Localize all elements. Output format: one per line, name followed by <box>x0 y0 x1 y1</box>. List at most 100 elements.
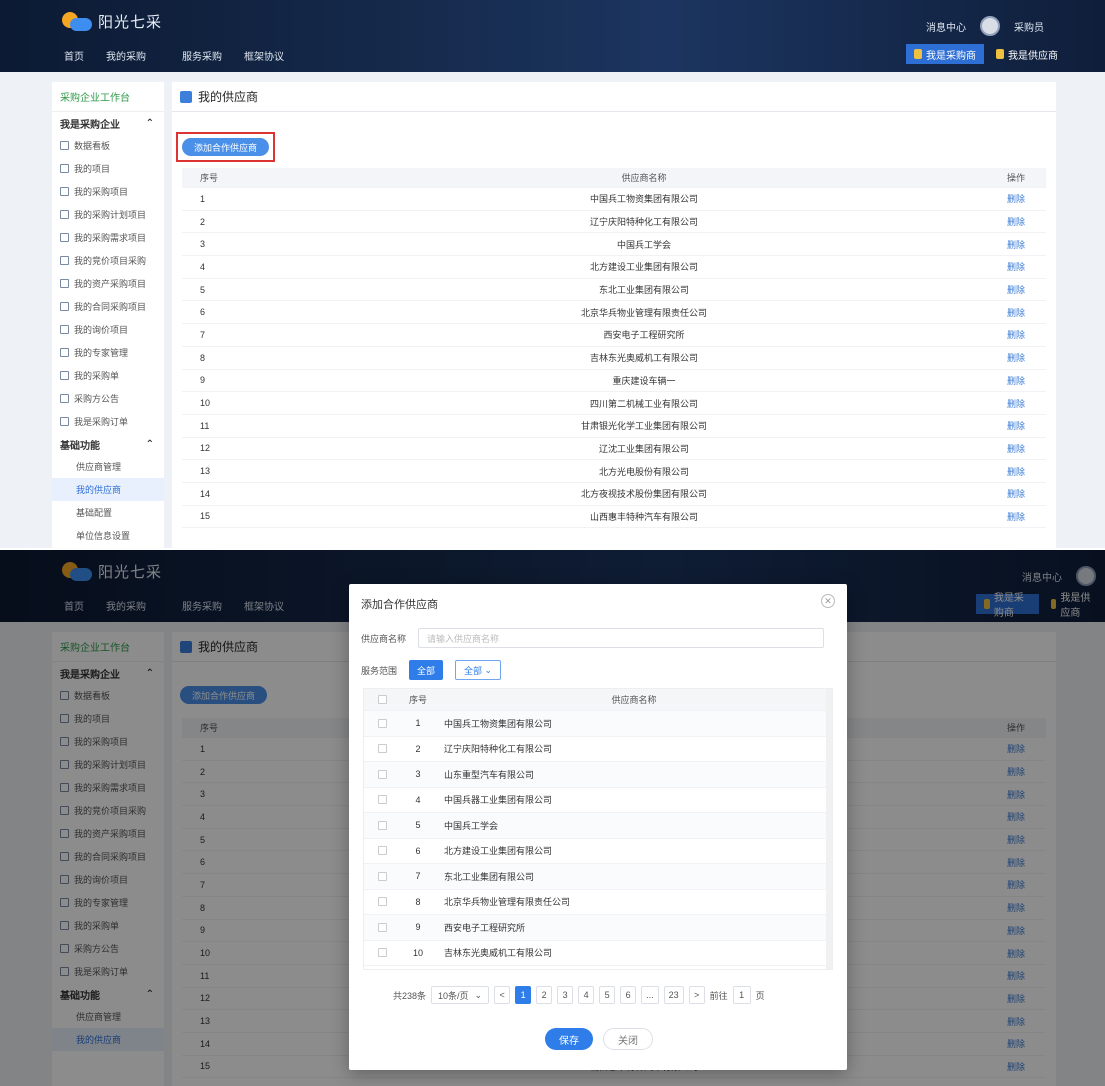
page-button[interactable]: 4 <box>578 986 595 1004</box>
delete-link[interactable]: 删除 <box>986 283 1046 296</box>
table-row[interactable]: 9 西安电子工程研究所 <box>364 915 832 941</box>
page-button[interactable]: 3 <box>557 986 574 1004</box>
table-row[interactable]: 1 中国兵工物资集团有限公司 <box>364 711 832 737</box>
row-checkbox[interactable] <box>364 718 400 728</box>
table-row[interactable]: 2 辽宁庆阳特种化工有限公司 <box>364 737 832 762</box>
row-checkbox[interactable] <box>364 922 400 932</box>
sidebar-group-basic[interactable]: 基础功能 ⌃ <box>52 433 164 455</box>
row-checkbox[interactable] <box>364 846 400 856</box>
table-row[interactable]: 5 中国兵工学会 <box>364 813 832 839</box>
sidebar-item[interactable]: 我的竞价项目采购 <box>52 249 164 272</box>
sidebar-item[interactable]: 我的采购计划项目 <box>52 203 164 226</box>
sidebar-item[interactable]: 我的项目 <box>52 157 164 180</box>
sidebar-sub-item-active[interactable]: 我的供应商 <box>52 478 164 501</box>
table-row[interactable]: 3 山东重型汽车有限公司 <box>364 762 832 788</box>
avatar[interactable] <box>980 16 1000 36</box>
page-button-current[interactable]: 1 <box>515 986 532 1004</box>
save-button[interactable]: 保存 <box>545 1028 593 1050</box>
message-center-link[interactable]: 消息中心 <box>926 19 966 34</box>
row-checkbox[interactable] <box>364 744 400 754</box>
modal-title: 添加合作供应商 <box>361 599 438 611</box>
row-checkbox[interactable] <box>364 871 400 881</box>
page-button[interactable]: 2 <box>536 986 553 1004</box>
nav-home[interactable]: 首页 <box>64 48 84 63</box>
delete-link[interactable]: 删除 <box>986 328 1046 341</box>
row-checkbox[interactable] <box>364 769 400 779</box>
table-header: 序号 供应商名称 操作 <box>182 168 1046 188</box>
nav-framework[interactable]: 框架协议 <box>244 48 284 63</box>
close-icon[interactable]: ✕ <box>821 594 835 608</box>
role-supplier-button[interactable]: 我是供应商 <box>988 44 1066 64</box>
table-row[interactable]: 6 北方建设工业集团有限公司 <box>364 839 832 864</box>
page-button[interactable]: 5 <box>599 986 616 1004</box>
logo-icon <box>58 10 92 32</box>
table-row[interactable]: 4 中国兵器工业集团有限公司 <box>364 788 832 813</box>
page-size-select[interactable]: 10条/页 ⌄ <box>431 986 490 1004</box>
sidebar-item[interactable]: 我是采购订单 <box>52 410 164 433</box>
menu-icon <box>60 187 69 196</box>
sidebar-item[interactable]: 采购方公告 <box>52 387 164 410</box>
cancel-button[interactable]: 关闭 <box>603 1028 653 1050</box>
row-no: 6 <box>415 845 421 856</box>
nav-my-purchase[interactable]: 我的采购 <box>106 48 146 63</box>
checkbox-icon <box>377 718 387 728</box>
prev-page-button[interactable]: < <box>494 986 511 1004</box>
scrollbar[interactable] <box>826 689 832 969</box>
delete-link[interactable]: 删除 <box>986 374 1046 387</box>
table-row[interactable]: 7 东北工业集团有限公司 <box>364 864 832 890</box>
row-no: 8 <box>415 896 421 907</box>
sidebar-item[interactable]: 我的合同采购项目 <box>52 295 164 318</box>
menu-icon <box>60 279 69 288</box>
table-row[interactable]: 8 北京华兵物业管理有限责任公司 <box>364 890 832 915</box>
delete-link[interactable]: 删除 <box>986 351 1046 364</box>
username[interactable]: 采购员 <box>1014 19 1044 34</box>
delete-link[interactable]: 删除 <box>986 238 1046 251</box>
sidebar-sub-item[interactable]: 单位信息设置 <box>52 524 164 547</box>
delete-link[interactable]: 删除 <box>986 215 1046 228</box>
table-row[interactable]: 10 吉林东光奥威机工有限公司 <box>364 941 832 966</box>
sidebar-item[interactable]: 我的资产采购项目 <box>52 272 164 295</box>
supplier-icon <box>180 90 192 103</box>
sidebar-item[interactable]: 数据看板 <box>52 134 164 157</box>
delete-link[interactable]: 删除 <box>986 306 1046 319</box>
select-all-checkbox[interactable] <box>364 695 400 704</box>
logo[interactable]: 阳光七采 <box>58 10 162 32</box>
page-button[interactable]: ... <box>641 986 659 1004</box>
delete-link[interactable]: 删除 <box>986 487 1046 500</box>
page-button[interactable]: 23 <box>663 986 684 1004</box>
nav-service-purchase[interactable]: 服务采购 <box>182 48 222 63</box>
sidebar-sub-item[interactable]: 供应商管理 <box>52 455 164 478</box>
row-supplier-name: 中国兵工学会 <box>616 239 671 250</box>
next-page-button[interactable]: > <box>688 986 705 1004</box>
supplier-name-input[interactable]: 请输入供应商名称 <box>418 628 825 648</box>
row-checkbox[interactable] <box>364 820 400 830</box>
role-buyer-button[interactable]: 我是采购商 <box>906 44 984 64</box>
delete-link[interactable]: 删除 <box>986 397 1046 410</box>
delete-link[interactable]: 删除 <box>986 442 1046 455</box>
highlight-box: 添加合作供应商 <box>176 132 276 162</box>
scope-all-tag[interactable]: 全部 <box>409 660 444 680</box>
sidebar-item[interactable]: 我的采购需求项目 <box>52 226 164 249</box>
sidebar-item[interactable]: 我的采购项目 <box>52 180 164 203</box>
main-content: 我的供应商 添加合作供应商 序号 供应商名称 操作 1中国兵工物资集团有限公司删… <box>172 82 1056 548</box>
delete-link[interactable]: 删除 <box>986 465 1046 478</box>
scope-select[interactable]: 全部 ⌄ <box>455 660 502 680</box>
page-button[interactable]: 6 <box>620 986 637 1004</box>
delete-link[interactable]: 删除 <box>986 419 1046 432</box>
goto-label: 前往 <box>709 990 728 1001</box>
sidebar-group-buyer[interactable]: 我是采购企业 ⌃ <box>52 112 164 134</box>
delete-link[interactable]: 删除 <box>986 510 1046 523</box>
delete-link[interactable]: 删除 <box>986 192 1046 205</box>
add-supplier-button[interactable]: 添加合作供应商 <box>182 138 270 156</box>
row-checkbox[interactable] <box>364 897 400 907</box>
sidebar-sub-item[interactable]: 基础配置 <box>52 501 164 524</box>
row-checkbox[interactable] <box>364 795 400 805</box>
sidebar-item[interactable]: 我的采购单 <box>52 364 164 387</box>
row-no: 2 <box>200 216 206 227</box>
goto-page-input[interactable]: 1 <box>732 986 751 1004</box>
table-row: 13 北方光电股份有限公司 删除 <box>182 460 1046 483</box>
delete-link[interactable]: 删除 <box>986 260 1046 273</box>
row-checkbox[interactable] <box>364 948 400 958</box>
sidebar-item[interactable]: 我的询价项目 <box>52 318 164 341</box>
sidebar-item[interactable]: 我的专家管理 <box>52 341 164 364</box>
